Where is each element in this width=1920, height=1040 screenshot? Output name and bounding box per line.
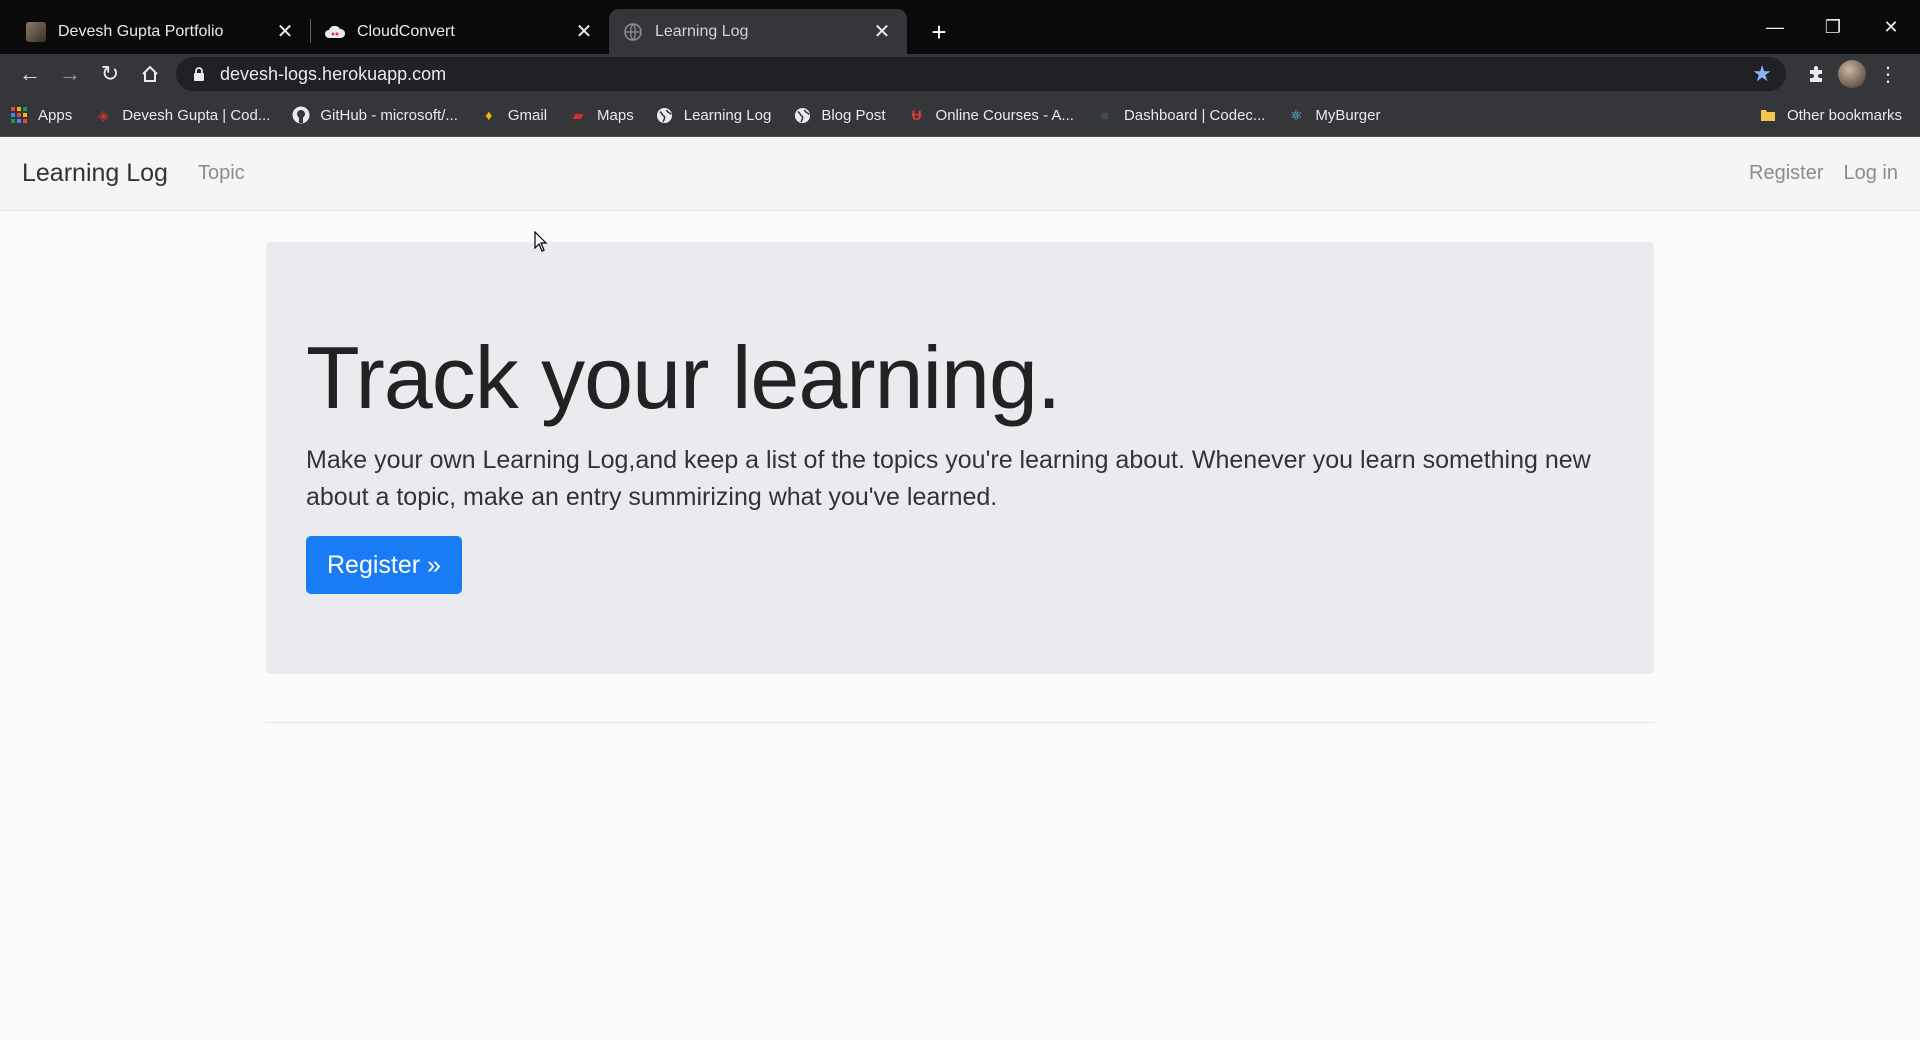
bookmark-other[interactable]: Other bookmarks: [1759, 106, 1902, 124]
hero-jumbotron: Track your learning. Make your own Learn…: [266, 242, 1654, 674]
gmail-icon: ♦: [485, 107, 493, 123]
window-controls: — ❐ ✕: [1746, 0, 1920, 54]
tab-title: Devesh Gupta Portfolio: [58, 22, 224, 40]
divider: [266, 722, 1654, 723]
lock-icon: [190, 65, 208, 83]
profile-avatar-icon[interactable]: [1838, 60, 1866, 88]
bookmark-blog-post[interactable]: Blog Post: [793, 106, 886, 124]
register-button[interactable]: Register »: [306, 536, 462, 594]
forward-icon[interactable]: →: [50, 56, 90, 92]
bookmark-label: GitHub - microsoft/...: [320, 106, 458, 124]
brand-link[interactable]: Learning Log: [22, 159, 168, 188]
tab-strip: Devesh Gupta Portfolio ✕ CloudConvert ✕ …: [0, 0, 1920, 54]
bookmark-dashboard[interactable]: ■ Dashboard | Codec...: [1096, 106, 1266, 124]
tab-portfolio[interactable]: Devesh Gupta Portfolio ✕: [12, 9, 310, 54]
bookmark-label: Devesh Gupta | Cod...: [122, 106, 271, 124]
nav-topic-link[interactable]: Topic: [198, 162, 245, 185]
bookmark-label: Online Courses - A...: [935, 106, 1074, 124]
bookmark-label: Maps: [597, 106, 634, 124]
close-icon[interactable]: ✕: [871, 21, 893, 43]
folder-icon: [1759, 106, 1777, 124]
new-tab-button[interactable]: +: [921, 14, 957, 50]
site-navbar: Learning Log Topic Register Log in: [0, 137, 1920, 211]
nav-right: Register Log in: [1729, 162, 1898, 185]
reload-icon[interactable]: ↻: [90, 56, 130, 92]
url-text[interactable]: devesh-logs.herokuapp.com: [220, 64, 1752, 85]
browser-toolbar: ← → ↻ devesh-logs.herokuapp.com ★ ⋮: [0, 54, 1920, 94]
bookmarks-bar: Apps ◈ Devesh Gupta | Cod... GitHub - mi…: [0, 94, 1920, 137]
hero-lead: Make your own Learning Log,and keep a li…: [306, 446, 1591, 511]
cloudconvert-icon: [325, 22, 345, 42]
mouse-cursor-icon: [534, 231, 548, 252]
nav-login-link[interactable]: Log in: [1844, 162, 1899, 185]
bookmark-github[interactable]: GitHub - microsoft/...: [292, 106, 458, 124]
address-bar[interactable]: devesh-logs.herokuapp.com ★: [176, 57, 1786, 91]
bookmark-label: Learning Log: [683, 106, 772, 124]
close-icon[interactable]: ✕: [274, 21, 296, 43]
home-icon[interactable]: [130, 56, 170, 92]
bookmark-gmail[interactable]: ♦ Gmail: [480, 106, 547, 124]
portfolio-favicon-icon: [26, 21, 46, 42]
bookmark-label: Gmail: [507, 106, 548, 124]
bookmark-label: Other bookmarks: [1786, 106, 1902, 124]
globe-icon: [656, 106, 674, 124]
bookmark-online-courses[interactable]: Ʉ Online Courses - A...: [908, 106, 1074, 124]
extensions-icon[interactable]: [1794, 56, 1838, 92]
bookmark-label: MyBurger: [1315, 106, 1381, 124]
bookmark-star-icon[interactable]: ★: [1752, 61, 1772, 87]
hero-title: Track your learning.: [306, 328, 1061, 427]
minimize-icon[interactable]: —: [1746, 0, 1804, 54]
tab-title: CloudConvert: [357, 22, 455, 40]
web-page: Learning Log Topic Register Log in Track…: [0, 137, 1920, 1040]
maps-icon: ▰: [572, 106, 584, 123]
udemy-icon: Ʉ: [911, 107, 922, 123]
back-icon[interactable]: ←: [10, 56, 50, 92]
tab-cloudconvert[interactable]: CloudConvert ✕: [311, 9, 609, 54]
bookmark-label: Apps: [38, 106, 73, 124]
bookmark-label: Blog Post: [821, 106, 886, 124]
close-icon[interactable]: ✕: [573, 21, 595, 43]
bookmark-learning-log[interactable]: Learning Log: [656, 106, 772, 124]
nav-register-link[interactable]: Register: [1749, 162, 1823, 185]
bookmark-apps[interactable]: Apps: [10, 106, 72, 124]
github-icon: [292, 106, 310, 124]
codechef-icon: ◈: [97, 106, 109, 123]
window-close-icon[interactable]: ✕: [1862, 0, 1920, 54]
menu-kebab-icon[interactable]: ⋮: [1866, 56, 1910, 92]
globe-icon: [793, 106, 811, 124]
restore-icon[interactable]: ❐: [1804, 0, 1862, 54]
globe-icon: [623, 22, 643, 42]
react-icon: ⚛: [1290, 106, 1303, 123]
bookmark-label: Dashboard | Codec...: [1123, 106, 1266, 124]
bookmark-codechef[interactable]: ◈ Devesh Gupta | Cod...: [94, 106, 271, 124]
apps-grid-icon: [10, 106, 28, 124]
dashboard-icon: ■: [1100, 107, 1110, 123]
tab-learning-log[interactable]: Learning Log ✕: [609, 9, 907, 54]
bookmark-myburger[interactable]: ⚛ MyBurger: [1287, 106, 1380, 124]
bookmark-maps[interactable]: ▰ Maps: [569, 106, 634, 124]
tab-title: Learning Log: [655, 22, 749, 40]
